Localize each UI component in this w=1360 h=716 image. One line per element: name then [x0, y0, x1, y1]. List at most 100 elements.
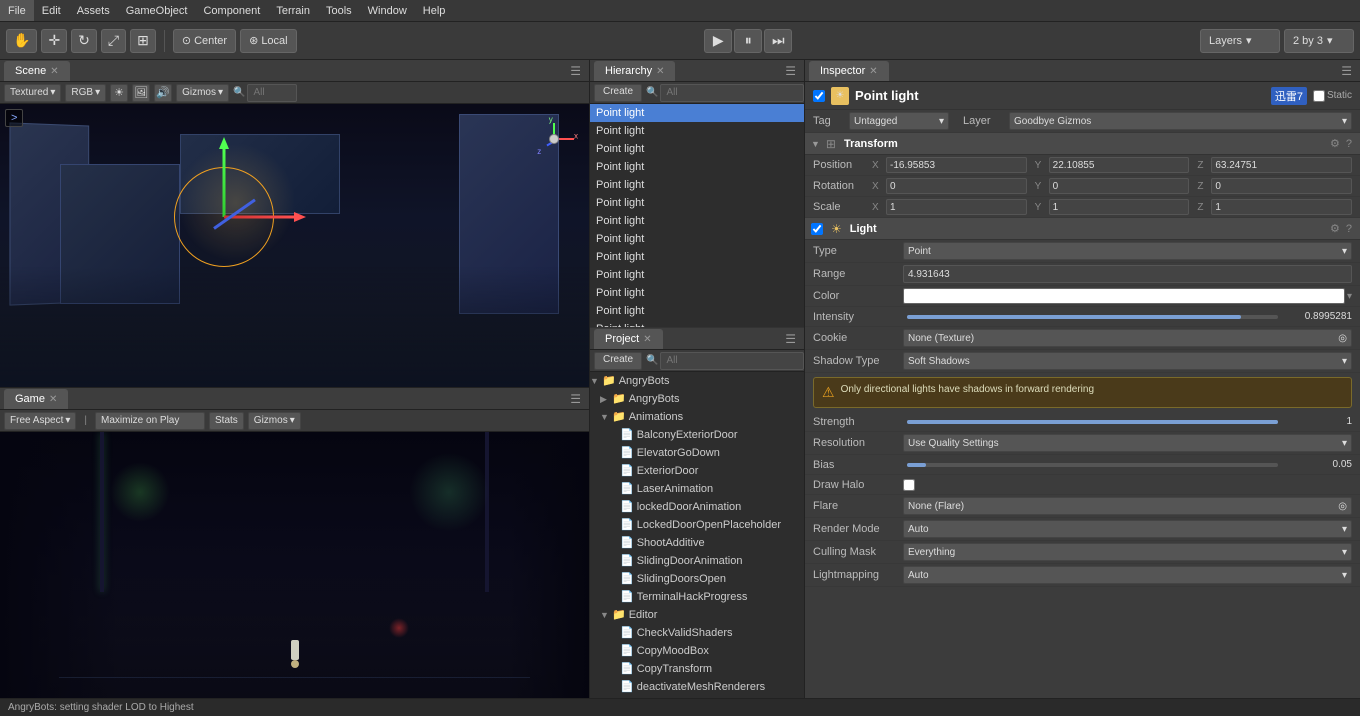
menu-component[interactable]: Component: [195, 0, 268, 21]
menu-assets[interactable]: Assets: [69, 0, 118, 21]
intensity-slider-track[interactable]: [907, 315, 1278, 319]
image-effect-btn[interactable]: 🖼: [132, 84, 150, 102]
light-range-input[interactable]: [903, 265, 1352, 283]
scene-tab[interactable]: Scene ✕: [4, 61, 70, 81]
rotation-z-input[interactable]: [1211, 178, 1352, 194]
transform-help-btn[interactable]: ?: [1344, 137, 1354, 150]
scene-tab-close[interactable]: ✕: [50, 66, 58, 77]
game-panel-menu-btn[interactable]: ☰: [566, 392, 585, 406]
project-panel-menu-btn[interactable]: ☰: [781, 332, 800, 346]
light-active-checkbox[interactable]: [811, 223, 823, 235]
project-folder-item[interactable]: ▼📁Animations: [590, 408, 804, 426]
project-folder-item[interactable]: ▼📁Editor: [590, 606, 804, 624]
transform-settings-btn[interactable]: ⚙: [1328, 137, 1342, 150]
center-btn[interactable]: ⊙ Center: [173, 29, 236, 53]
light-type-dropdown[interactable]: Point ▾: [903, 242, 1352, 260]
scene-collapse-btn[interactable]: >: [5, 109, 23, 127]
flare-dropdown[interactable]: None (Flare) ◎: [903, 497, 1352, 515]
layer-dropdown[interactable]: Goodbye Gizmos ▾: [1009, 112, 1352, 130]
hierarchy-tab-close[interactable]: ✕: [656, 66, 664, 77]
project-file-item[interactable]: 📄SlidingDoorsOpen: [590, 570, 804, 588]
scene-search-input[interactable]: [247, 84, 297, 102]
hand-tool-btn[interactable]: ✋: [6, 29, 37, 53]
project-folder-item[interactable]: ▼📁AngryBots: [590, 372, 804, 390]
shadow-type-dropdown[interactable]: Soft Shadows ▾: [903, 352, 1352, 370]
hierarchy-panel-menu-btn[interactable]: ☰: [781, 64, 800, 78]
menu-file[interactable]: File: [0, 0, 34, 21]
bias-slider-track[interactable]: [907, 463, 1278, 467]
project-folder-item[interactable]: ▶📁AngryBots: [590, 390, 804, 408]
menu-tools[interactable]: Tools: [318, 0, 360, 21]
resolution-dropdown[interactable]: Use Quality Settings ▾: [903, 434, 1352, 452]
menu-window[interactable]: Window: [360, 0, 415, 21]
hierarchy-item[interactable]: Point light: [590, 122, 804, 140]
project-file-item[interactable]: 📄SlidingDoorAnimation: [590, 552, 804, 570]
object-active-checkbox[interactable]: [813, 90, 825, 102]
hierarchy-item[interactable]: Point light: [590, 230, 804, 248]
hierarchy-item[interactable]: Point light: [590, 212, 804, 230]
project-file-item[interactable]: 📄LaserAnimation: [590, 480, 804, 498]
sun-icon-btn[interactable]: ☀: [110, 84, 128, 102]
project-file-item[interactable]: 📄TerminalHackProgress: [590, 588, 804, 606]
hierarchy-item[interactable]: Point light: [590, 194, 804, 212]
culling-mask-dropdown[interactable]: Everything ▾: [903, 543, 1352, 561]
hierarchy-item[interactable]: Point light: [590, 284, 804, 302]
gizmos-dropdown[interactable]: Gizmos ▾: [176, 84, 229, 102]
scale-y-input[interactable]: [1049, 199, 1190, 215]
project-file-item[interactable]: 📄ElevatorGoDown: [590, 444, 804, 462]
maximize-btn[interactable]: Maximize on Play: [95, 412, 205, 430]
position-y-input[interactable]: [1049, 157, 1190, 173]
local-btn[interactable]: ⊛ Local: [240, 29, 297, 53]
project-tab-close[interactable]: ✕: [643, 334, 651, 345]
rotation-y-input[interactable]: [1049, 178, 1190, 194]
layers-dropdown[interactable]: Layers ▾: [1200, 29, 1280, 53]
project-file-item[interactable]: 📄ExteriorDoor: [590, 462, 804, 480]
render-mode-dropdown[interactable]: Auto ▾: [903, 520, 1352, 538]
step-btn[interactable]: ⏭: [764, 29, 792, 53]
transform-section-header[interactable]: ▼ ⊞ Transform ⚙ ?: [805, 133, 1360, 155]
menu-edit[interactable]: Edit: [34, 0, 69, 21]
tag-dropdown[interactable]: Untagged ▾: [849, 112, 949, 130]
project-file-item[interactable]: 📄CopyMoodBox: [590, 642, 804, 660]
position-x-input[interactable]: [886, 157, 1027, 173]
game-tab[interactable]: Game ✕: [4, 389, 68, 409]
hierarchy-item[interactable]: Point light: [590, 140, 804, 158]
project-file-item[interactable]: 📄ShootAdditive: [590, 534, 804, 552]
scene-canvas-area[interactable]: x y z >: [0, 104, 589, 387]
light-cookie-dropdown[interactable]: None (Texture) ◎: [903, 329, 1352, 347]
hierarchy-create-btn[interactable]: Create: [594, 84, 642, 102]
menu-gameobject[interactable]: GameObject: [118, 0, 196, 21]
project-file-item[interactable]: 📄CheckValidShaders: [590, 624, 804, 642]
pause-btn[interactable]: ⏸: [734, 29, 762, 53]
project-file-item[interactable]: 📄LockedDoorOpenPlaceholder: [590, 516, 804, 534]
position-z-input[interactable]: [1211, 157, 1352, 173]
inspector-tab[interactable]: Inspector ✕: [809, 61, 889, 81]
hierarchy-item[interactable]: Point light: [590, 266, 804, 284]
inspector-tab-close[interactable]: ✕: [869, 66, 877, 77]
move-tool-btn[interactable]: ✛: [41, 29, 67, 53]
hierarchy-tab[interactable]: Hierarchy ✕: [594, 61, 675, 81]
rotate-tool-btn[interactable]: ↻: [71, 29, 97, 53]
project-file-item[interactable]: 📄deactivateMeshRenderers: [590, 678, 804, 696]
hierarchy-item[interactable]: Point light: [590, 176, 804, 194]
hierarchy-item[interactable]: Point light: [590, 320, 804, 327]
light-section-header[interactable]: ☀ Light ⚙ ?: [805, 218, 1360, 240]
light-color-field[interactable]: [903, 288, 1345, 304]
hierarchy-search-input[interactable]: [660, 84, 804, 102]
textured-dropdown[interactable]: Textured ▾: [4, 84, 61, 102]
game-gizmos-btn[interactable]: Gizmos ▾: [248, 412, 301, 430]
light-settings-btn[interactable]: ⚙: [1328, 222, 1342, 235]
layout-dropdown[interactable]: 2 by 3 ▾: [1284, 29, 1354, 53]
rgb-dropdown[interactable]: RGB ▾: [65, 84, 106, 102]
rotation-x-input[interactable]: [886, 178, 1027, 194]
rect-tool-btn[interactable]: ⊞: [130, 29, 156, 53]
project-search-input[interactable]: [660, 352, 804, 370]
hierarchy-item[interactable]: Point light: [590, 302, 804, 320]
hierarchy-item[interactable]: Point light: [590, 158, 804, 176]
strength-slider-track[interactable]: [907, 420, 1278, 424]
scale-tool-btn[interactable]: ⤢: [101, 29, 126, 53]
light-help-btn[interactable]: ?: [1344, 222, 1354, 235]
project-file-item[interactable]: 📄lockedDoorAnimation: [590, 498, 804, 516]
lightmapping-dropdown[interactable]: Auto ▾: [903, 566, 1352, 584]
project-create-btn[interactable]: Create: [594, 352, 642, 370]
